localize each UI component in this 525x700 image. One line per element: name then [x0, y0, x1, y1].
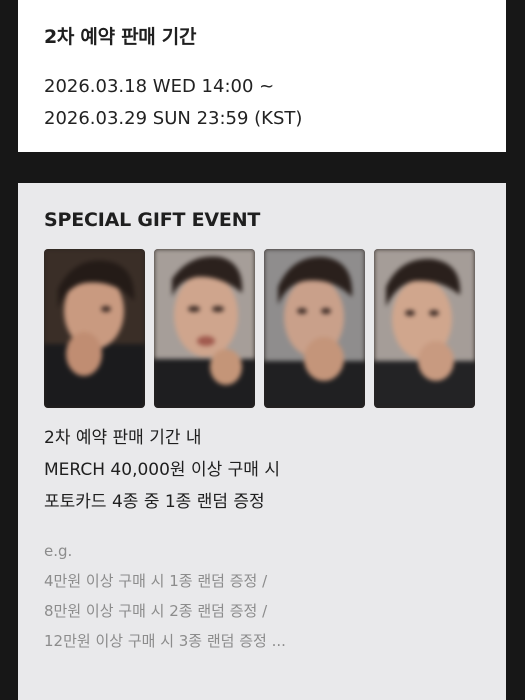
gift-event-title: SPECIAL GIFT EVENT [44, 209, 261, 231]
photocard-row [44, 249, 480, 408]
description-line-2: MERCH 40,000원 이상 구매 시 [44, 460, 280, 480]
example-line-1: 4만원 이상 구매 시 1종 랜덤 증정 / [44, 572, 268, 590]
sales-period-title: 2차 예약 판매 기간 [44, 26, 197, 48]
photocard-2[interactable] [154, 249, 255, 408]
description-line-1: 2차 예약 판매 기간 내 [44, 428, 202, 448]
period-end: 2026.03.29 SUN 23:59 (KST) [44, 108, 303, 129]
special-gift-card: SPECIAL GIFT EVENT 2차 예약 판매 기간 내 MERCH 4… [18, 183, 506, 700]
period-start: 2026.03.18 WED 14:00 ~ [44, 76, 275, 97]
example-line-3: 12만원 이상 구매 시 3종 랜덤 증정 ... [44, 632, 286, 650]
gift-example: e.g. 4만원 이상 구매 시 1종 랜덤 증정 / 8만원 이상 구매 시 … [44, 536, 480, 656]
photocard-1[interactable] [44, 249, 145, 408]
photocard-1-image [44, 249, 145, 408]
example-line-2: 8만원 이상 구매 시 2종 랜덤 증정 / [44, 602, 268, 620]
example-label: e.g. [44, 542, 73, 560]
sales-period-card: 2차 예약 판매 기간 2026.03.18 WED 14:00 ~ 2026.… [18, 0, 506, 152]
description-line-3: 포토카드 4종 중 1종 랜덤 증정 [44, 492, 265, 512]
photocard-3-image [264, 249, 365, 408]
photocard-4[interactable] [374, 249, 475, 408]
photocard-2-image [154, 249, 255, 408]
gift-description: 2차 예약 판매 기간 내 MERCH 40,000원 이상 구매 시 포토카드… [44, 422, 480, 518]
photocard-3[interactable] [264, 249, 365, 408]
page: 2차 예약 판매 기간 2026.03.18 WED 14:00 ~ 2026.… [0, 0, 525, 700]
photocard-4-image [374, 249, 475, 408]
sales-period-dates: 2026.03.18 WED 14:00 ~ 2026.03.29 SUN 23… [44, 71, 480, 135]
